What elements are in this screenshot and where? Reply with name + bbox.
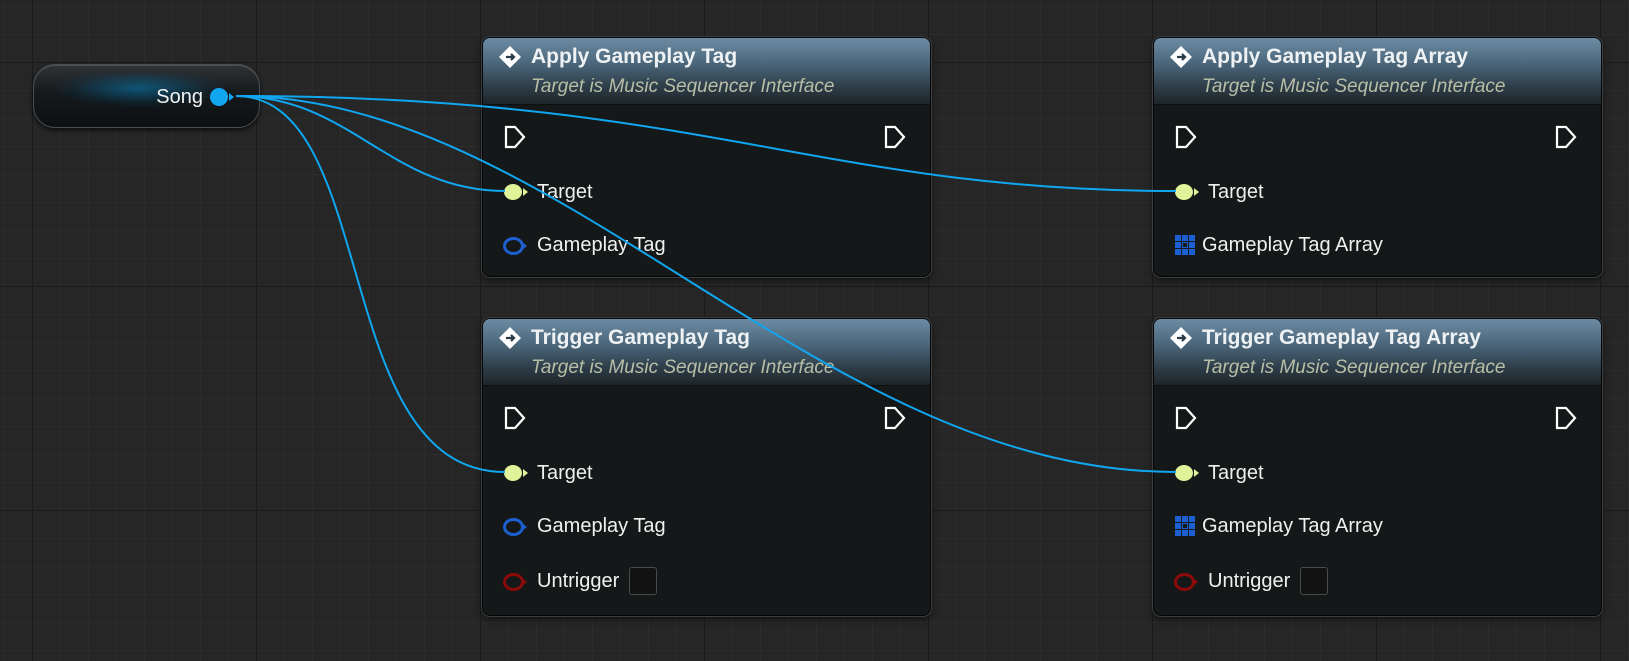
exec-input-pin[interactable]: [503, 406, 527, 430]
struct-pin-ring: [503, 237, 527, 255]
node-header[interactable]: Trigger Gameplay Tag Array Target is Mus…: [1154, 319, 1601, 386]
untrigger-checkbox[interactable]: [1300, 567, 1329, 595]
node-subtitle: Target is Music Sequencer Interface: [531, 76, 835, 97]
untrigger-pin-label: Untrigger: [1208, 569, 1291, 592]
wire-song-to-apply-tag-target[interactable]: [235, 95, 506, 192]
node-header[interactable]: Apply Gameplay Tag Array Target is Music…: [1154, 38, 1601, 105]
object-pin-dot: [1175, 184, 1199, 200]
node-subtitle: Target is Music Sequencer Interface: [531, 357, 835, 378]
trigger-gameplay-tag-array-node[interactable]: Trigger Gameplay Tag Array Target is Mus…: [1153, 318, 1602, 616]
node-subtitle: Target is Music Sequencer Interface: [1202, 76, 1506, 97]
node-header[interactable]: Apply Gameplay Tag Target is Music Seque…: [483, 38, 930, 105]
function-icon: [499, 46, 521, 68]
untrigger-pin-row[interactable]: Untrigger: [501, 567, 658, 595]
gameplay-tag-array-pin-row[interactable]: Gameplay Tag Array: [1172, 231, 1383, 259]
node-title: Trigger Gameplay Tag: [531, 326, 751, 349]
untrigger-checkbox[interactable]: [629, 567, 658, 595]
gameplay-tag-pin-row[interactable]: Gameplay Tag: [501, 231, 666, 259]
target-pin-row[interactable]: Target: [1172, 459, 1264, 487]
target-pin-row[interactable]: Target: [1172, 178, 1264, 206]
node-title: Apply Gameplay Tag Array: [1202, 45, 1469, 68]
bool-pin-ring: [503, 573, 527, 591]
target-pin-label: Target: [537, 180, 593, 203]
target-object-pin[interactable]: [501, 181, 531, 203]
trigger-gameplay-tag-node[interactable]: Trigger Gameplay Tag Target is Music Seq…: [482, 318, 931, 616]
gameplay-tag-array-pin[interactable]: [1172, 234, 1196, 256]
gameplay-tag-pin-label: Gameplay Tag: [537, 233, 666, 256]
gameplay-tag-array-pin-label: Gameplay Tag Array: [1202, 514, 1383, 537]
target-object-pin[interactable]: [1172, 462, 1202, 484]
target-object-pin[interactable]: [501, 462, 531, 484]
untrigger-bool-pin[interactable]: [1172, 570, 1202, 592]
untrigger-pin-label: Untrigger: [537, 569, 620, 592]
wire-song-to-trigger-tag-target[interactable]: [235, 95, 506, 473]
exec-input-pin[interactable]: [1174, 125, 1198, 149]
function-icon: [1170, 46, 1192, 68]
exec-input-pin[interactable]: [503, 125, 527, 149]
exec-output-pin[interactable]: [1554, 406, 1578, 430]
struct-pin-ring: [503, 518, 527, 536]
gameplay-tag-array-pin[interactable]: [1172, 515, 1196, 537]
bool-pin-ring: [1174, 573, 1198, 591]
target-pin-label: Target: [1208, 461, 1264, 484]
node-title: Apply Gameplay Tag: [531, 45, 738, 68]
target-pin-label: Target: [537, 461, 593, 484]
object-pin-dot: [504, 184, 528, 200]
node-subtitle: Target is Music Sequencer Interface: [1202, 357, 1506, 378]
exec-output-pin[interactable]: [883, 125, 907, 149]
function-icon: [499, 327, 521, 349]
song-output-pin[interactable]: [210, 88, 234, 106]
function-icon: [1170, 327, 1192, 349]
song-variable-label: Song: [156, 86, 203, 108]
target-pin-row[interactable]: Target: [501, 459, 593, 487]
target-object-pin[interactable]: [1172, 181, 1202, 203]
target-pin-label: Target: [1208, 180, 1264, 203]
object-pin-dot: [1175, 465, 1199, 481]
array-grid-icon: [1175, 235, 1195, 255]
untrigger-bool-pin[interactable]: [501, 570, 531, 592]
node-title: Trigger Gameplay Tag Array: [1202, 326, 1481, 349]
untrigger-pin-row[interactable]: Untrigger: [1172, 567, 1329, 595]
exec-output-pin[interactable]: [1554, 125, 1578, 149]
gameplay-tag-struct-pin[interactable]: [501, 234, 531, 256]
exec-output-pin[interactable]: [883, 406, 907, 430]
apply-gameplay-tag-array-node[interactable]: Apply Gameplay Tag Array Target is Music…: [1153, 37, 1602, 277]
object-pin-dot: [504, 465, 528, 481]
gameplay-tag-array-pin-row[interactable]: Gameplay Tag Array: [1172, 512, 1383, 540]
song-variable-node[interactable]: Song: [33, 64, 260, 128]
target-pin-row[interactable]: Target: [501, 178, 593, 206]
gameplay-tag-pin-row[interactable]: Gameplay Tag: [501, 512, 666, 540]
gameplay-tag-array-pin-label: Gameplay Tag Array: [1202, 233, 1383, 256]
apply-gameplay-tag-node[interactable]: Apply Gameplay Tag Target is Music Seque…: [482, 37, 931, 277]
exec-input-pin[interactable]: [1174, 406, 1198, 430]
gameplay-tag-pin-label: Gameplay Tag: [537, 514, 666, 537]
gameplay-tag-struct-pin[interactable]: [501, 515, 531, 537]
array-grid-icon: [1175, 516, 1195, 536]
node-header[interactable]: Trigger Gameplay Tag Target is Music Seq…: [483, 319, 930, 386]
